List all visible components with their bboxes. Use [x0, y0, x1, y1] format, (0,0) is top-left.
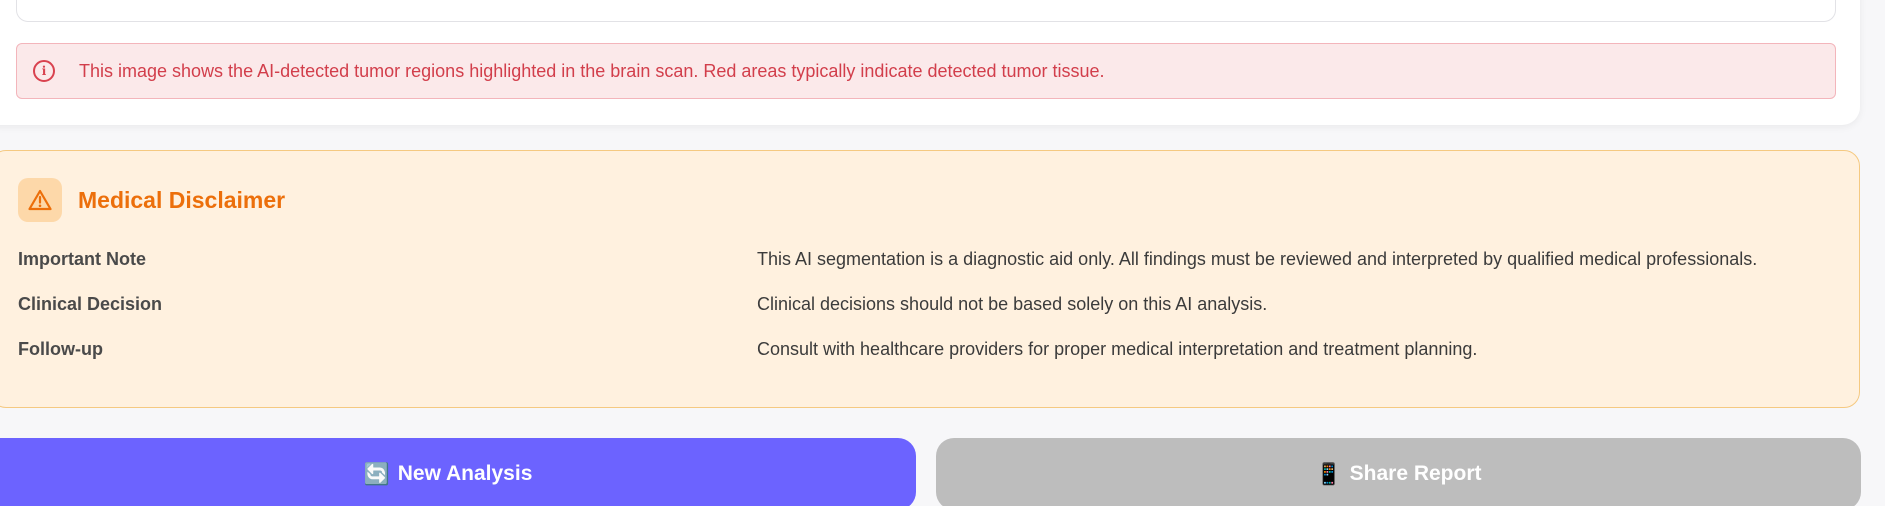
refresh-icon: 🔄 — [363, 461, 390, 486]
medical-disclaimer-card: Medical Disclaimer Important Note This A… — [0, 150, 1860, 408]
info-alert: i This image shows the AI-detected tumor… — [16, 43, 1836, 99]
disclaimer-label: Important Note — [18, 249, 146, 269]
disclaimer-value: Consult with healthcare providers for pr… — [757, 339, 1478, 359]
new-analysis-button[interactable]: 🔄 New Analysis — [0, 438, 916, 506]
info-circle-icon: i — [33, 60, 55, 82]
info-alert-text: This image shows the AI-detected tumor r… — [79, 60, 1105, 81]
disclaimer-label: Follow-up — [18, 339, 103, 359]
disclaimer-value: This AI segmentation is a diagnostic aid… — [757, 249, 1758, 269]
warning-triangle-icon — [18, 178, 62, 222]
results-page: 0 i This image shows the AI-detected tum… — [0, 0, 1885, 506]
segmentation-image-frame: 0 — [16, 0, 1836, 22]
share-report-button[interactable]: 📱 Share Report — [936, 438, 1861, 506]
new-analysis-label: New Analysis — [397, 462, 533, 485]
disclaimer-title: Medical Disclaimer — [78, 186, 286, 213]
disclaimer-value: Clinical decisions should not be based s… — [757, 294, 1268, 314]
disclaimer-header: Medical Disclaimer — [18, 178, 285, 222]
mobile-phone-icon: 📱 — [1315, 461, 1342, 486]
share-report-label: Share Report — [1349, 462, 1482, 485]
disclaimer-label: Clinical Decision — [18, 294, 163, 314]
